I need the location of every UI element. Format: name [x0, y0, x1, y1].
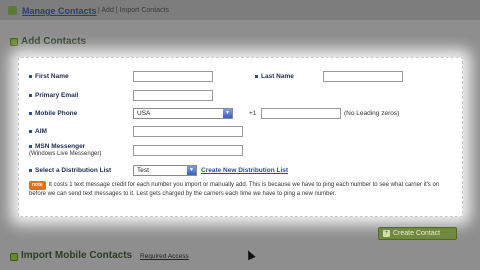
mouse-cursor-icon: [244, 248, 256, 261]
add-section-icon: [10, 38, 18, 46]
import-mobile-contacts-title: Import Mobile Contacts: [21, 250, 133, 261]
create-distribution-list-link[interactable]: Create New Distribution List: [201, 167, 288, 174]
plus-icon: +: [383, 230, 390, 237]
distribution-list-label: Select a Distribution List: [29, 167, 111, 174]
add-contacts-panel: First Name Last Name Primary Email Mobil…: [18, 57, 463, 217]
note-text: It costs 1 text message credit for each …: [29, 182, 440, 197]
breadcrumb-sub: | Add | Import Contacts: [98, 7, 169, 14]
mobile-phone-label: Mobile Phone: [29, 110, 77, 117]
contacts-icon: [8, 6, 17, 15]
distribution-value: Test: [137, 167, 149, 174]
import-section-icon: [10, 253, 18, 261]
create-contact-label: Create Contact: [393, 230, 441, 237]
country-code: +1: [249, 110, 257, 117]
aim-label: AIM: [29, 128, 47, 135]
mobile-phone-field[interactable]: [261, 108, 341, 119]
breadcrumb-manage-contacts[interactable]: Manage Contacts: [22, 6, 97, 16]
last-name-field[interactable]: [323, 71, 403, 82]
chevron-down-icon: ▼: [187, 166, 196, 175]
first-name-label: First Name: [29, 73, 69, 80]
msn-sub-label: (Windows Live Messenger): [29, 151, 102, 157]
first-name-field[interactable]: [133, 71, 213, 82]
note-badge: note: [29, 181, 46, 190]
aim-field[interactable]: [133, 126, 243, 137]
phone-hint: (No Leading zeros): [344, 110, 400, 117]
top-bar: Manage Contacts | Add | Import Contacts: [0, 0, 480, 20]
required-access-link[interactable]: Required Access: [140, 253, 189, 260]
country-value: USA: [137, 110, 151, 117]
msn-field[interactable]: [133, 145, 243, 156]
msn-label: MSN Messenger: [29, 143, 85, 150]
country-select[interactable]: USA ▼: [133, 108, 233, 119]
credit-note: note It costs 1 text message credit for e…: [29, 181, 449, 198]
add-contacts-title: Add Contacts: [21, 36, 86, 47]
distribution-list-select[interactable]: Test ▼: [133, 165, 197, 176]
primary-email-field[interactable]: [133, 90, 213, 101]
create-contact-button[interactable]: + Create Contact: [378, 227, 457, 240]
last-name-label: Last Name: [255, 73, 294, 80]
chevron-down-icon: ▼: [223, 109, 232, 118]
primary-email-label: Primary Email: [29, 92, 78, 99]
